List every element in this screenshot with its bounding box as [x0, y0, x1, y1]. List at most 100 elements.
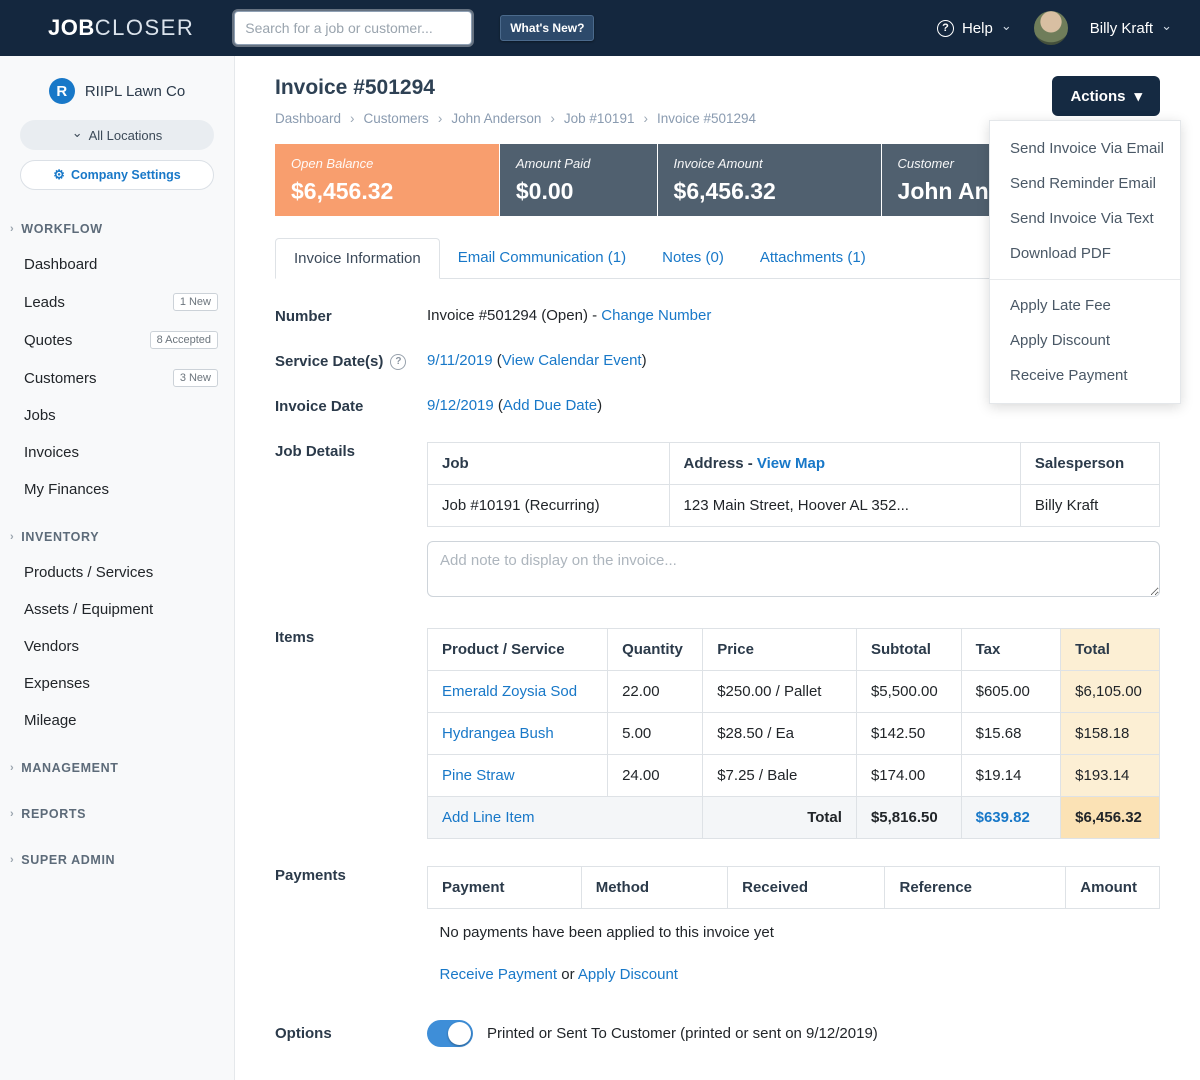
- sidebar-item-products-services[interactable]: Products / Services: [0, 554, 234, 591]
- product-link[interactable]: Pine Straw: [442, 767, 515, 784]
- logo-light: CLOSER: [95, 15, 194, 40]
- salesperson-header: Salesperson: [1020, 443, 1159, 485]
- add-line-item-link[interactable]: Add Line Item: [442, 809, 535, 826]
- invoice-note-input[interactable]: [427, 541, 1160, 597]
- sidebar-item-vendors[interactable]: Vendors: [0, 628, 234, 665]
- section-header-reports[interactable]: › REPORTS: [0, 785, 234, 831]
- menu-divider: [990, 279, 1180, 280]
- stat-value: $6,456.32: [674, 178, 865, 205]
- service-date-label-text: Service Date(s): [275, 353, 383, 370]
- menu-item-send-invoice-email[interactable]: Send Invoice Via Email: [990, 131, 1180, 166]
- view-map-link[interactable]: View Map: [757, 455, 825, 472]
- sidebar-item-expenses[interactable]: Expenses: [0, 665, 234, 702]
- sidebar-item-label: Expenses: [24, 675, 90, 692]
- view-calendar-event-link[interactable]: View Calendar Event: [502, 352, 642, 369]
- breadcrumb-customer-name[interactable]: John Anderson: [451, 111, 541, 126]
- stat-label: Amount Paid: [516, 156, 641, 171]
- sidebar-item-quotes[interactable]: Quotes8 Accepted: [0, 321, 234, 359]
- invoice-number-text: Invoice #501294 (Open) -: [427, 307, 597, 324]
- sidebar-item-my-finances[interactable]: My Finances: [0, 471, 234, 508]
- chevron-down-icon: ⌄: [1161, 18, 1172, 34]
- no-payments-text: No payments have been applied to this in…: [428, 909, 1160, 952]
- section-header-super-admin[interactable]: › SUPER ADMIN: [0, 831, 234, 877]
- tax-cell: $15.68: [961, 713, 1061, 755]
- paren: ): [642, 352, 647, 369]
- breadcrumb-dashboard[interactable]: Dashboard: [275, 111, 341, 126]
- menu-item-send-invoice-text[interactable]: Send Invoice Via Text: [990, 201, 1180, 236]
- job-table: Job Address - View Map Salesperson Job #…: [427, 442, 1160, 527]
- menu-item-apply-discount[interactable]: Apply Discount: [990, 323, 1180, 358]
- actions-label: Actions: [1070, 88, 1125, 105]
- items-content: Product / Service Quantity Price Subtota…: [427, 628, 1160, 839]
- add-due-date-link[interactable]: Add Due Date: [503, 397, 597, 414]
- company-settings-button[interactable]: ⚙ Company Settings: [20, 160, 214, 190]
- section-header-inventory: › INVENTORY: [0, 508, 234, 554]
- menu-item-apply-late-fee[interactable]: Apply Late Fee: [990, 288, 1180, 323]
- sidebar-item-label: Invoices: [24, 444, 79, 461]
- menu-item-receive-payment[interactable]: Receive Payment: [990, 358, 1180, 393]
- items-label: Items: [275, 628, 427, 646]
- job-details-row: Job Details Job Address - View Map Sales…: [275, 442, 1160, 601]
- options-row: Options Printed or Sent To Customer (pri…: [275, 1020, 1160, 1047]
- section-header-workflow: › WORKFLOW: [0, 200, 234, 246]
- help-icon: ?: [937, 20, 954, 37]
- receive-payment-link[interactable]: Receive Payment: [440, 966, 558, 983]
- stat-invoice-amount: Invoice Amount $6,456.32: [658, 144, 881, 216]
- sidebar-item-leads[interactable]: Leads1 New: [0, 283, 234, 321]
- product-service-header: Product / Service: [428, 629, 608, 671]
- tab-notes[interactable]: Notes (0): [644, 238, 742, 278]
- number-label: Number: [275, 307, 427, 325]
- sidebar-item-jobs[interactable]: Jobs: [0, 397, 234, 434]
- total-cell: $6,105.00: [1061, 671, 1160, 713]
- printed-sent-toggle[interactable]: [427, 1020, 473, 1047]
- all-locations-dropdown[interactable]: ⌄ All Locations: [20, 120, 214, 150]
- menu-item-download-pdf[interactable]: Download PDF: [990, 236, 1180, 271]
- total-cell: $158.18: [1061, 713, 1160, 755]
- sidebar-item-dashboard[interactable]: Dashboard: [0, 246, 234, 283]
- breadcrumb-separator: ›: [550, 111, 555, 126]
- search-input[interactable]: [234, 11, 472, 45]
- avatar[interactable]: [1034, 11, 1068, 45]
- product-link[interactable]: Emerald Zoysia Sod: [442, 683, 577, 700]
- section-label: INVENTORY: [21, 530, 99, 544]
- tab-attachments[interactable]: Attachments (1): [742, 238, 884, 278]
- actions-button[interactable]: Actions ▾: [1052, 76, 1160, 116]
- table-header-row: Payment Method Received Reference Amount: [428, 867, 1160, 909]
- payments-label: Payments: [275, 866, 427, 884]
- tab-invoice-information[interactable]: Invoice Information: [275, 238, 440, 279]
- question-icon[interactable]: ?: [390, 354, 406, 370]
- user-menu[interactable]: Billy Kraft ⌄: [1090, 20, 1172, 37]
- section-marker-icon: ›: [10, 854, 14, 866]
- sidebar-item-invoices[interactable]: Invoices: [0, 434, 234, 471]
- product-link[interactable]: Hydrangea Bush: [442, 725, 554, 742]
- printed-sent-text: Printed or Sent To Customer (printed or …: [487, 1025, 878, 1042]
- tax-total-link[interactable]: $639.82: [976, 809, 1030, 826]
- invoice-form: Number Invoice #501294 (Open) - Change N…: [275, 307, 1160, 1047]
- app-logo[interactable]: JOBCLOSER: [48, 15, 194, 41]
- breadcrumb-customers[interactable]: Customers: [364, 111, 429, 126]
- sidebar-item-label: Jobs: [24, 407, 56, 424]
- payments-actions-cell: Receive Payment or Apply Discount: [428, 951, 1160, 993]
- breadcrumb-invoice: Invoice #501294: [657, 111, 756, 126]
- menu-item-send-reminder-email[interactable]: Send Reminder Email: [990, 166, 1180, 201]
- service-date-link[interactable]: 9/11/2019: [427, 352, 493, 369]
- sidebar-item-mileage[interactable]: Mileage: [0, 702, 234, 739]
- change-number-link[interactable]: Change Number: [601, 307, 711, 324]
- sidebar-item-customers[interactable]: Customers3 New: [0, 359, 234, 397]
- sidebar-item-assets-equipment[interactable]: Assets / Equipment: [0, 591, 234, 628]
- breadcrumb-job[interactable]: Job #10191: [564, 111, 635, 126]
- apply-discount-link[interactable]: Apply Discount: [578, 966, 678, 983]
- table-row: Emerald Zoysia Sod 22.00 $250.00 / Palle…: [428, 671, 1160, 713]
- company-settings-label: Company Settings: [71, 168, 181, 182]
- tab-email-communication[interactable]: Email Communication (1): [440, 238, 644, 278]
- section-header-management[interactable]: › MANAGEMENT: [0, 739, 234, 785]
- section-label: REPORTS: [21, 807, 86, 821]
- table-row: Hydrangea Bush 5.00 $28.50 / Ea $142.50 …: [428, 713, 1160, 755]
- help-menu[interactable]: ? Help ⌄: [937, 20, 1012, 37]
- breadcrumb-separator: ›: [350, 111, 355, 126]
- page-title: Invoice #501294: [275, 76, 1160, 100]
- section-marker-icon: ›: [10, 808, 14, 820]
- invoice-date-link[interactable]: 9/12/2019: [427, 397, 494, 414]
- main-content: Invoice #501294 Dashboard › Customers › …: [235, 56, 1200, 1080]
- whats-new-button[interactable]: What's New?: [500, 15, 594, 41]
